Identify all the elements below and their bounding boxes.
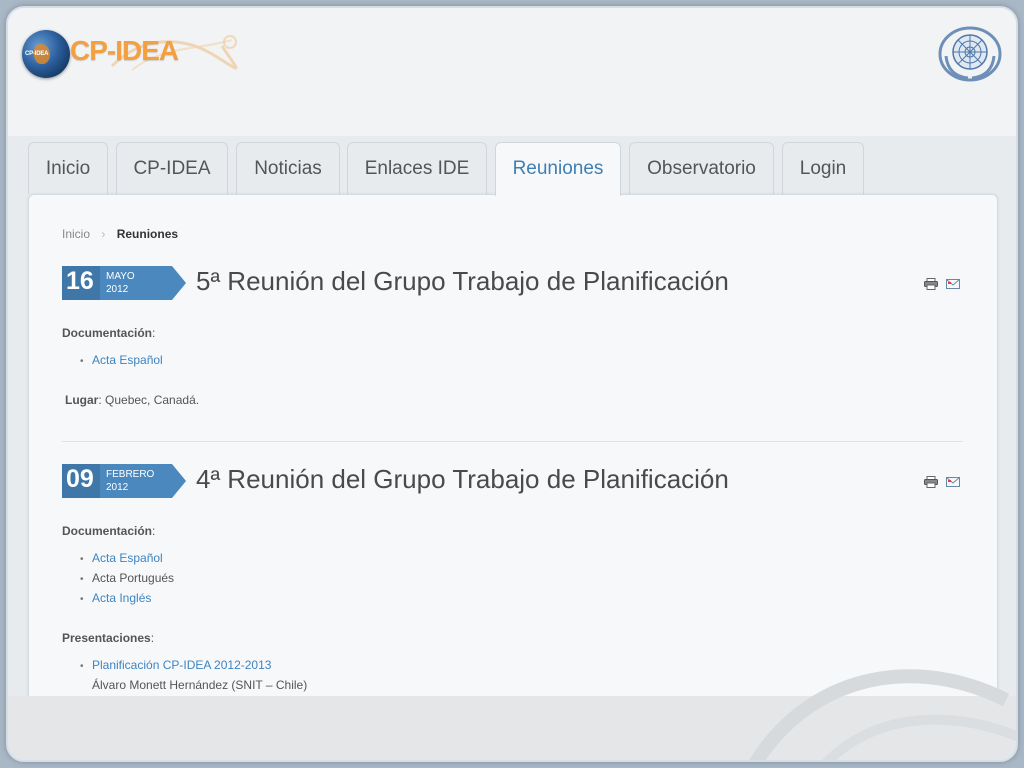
breadcrumb-current: Reuniones <box>116 227 179 241</box>
breadcrumb: Inicio › Reuniones <box>62 227 178 241</box>
print-icon[interactable] <box>924 476 938 488</box>
presentation-link[interactable]: Planificación CP-IDEA 2012-2013 <box>92 658 271 672</box>
documents-list: • Acta Español • Acta Portugués • Acta Ingl… <box>80 548 174 608</box>
location-text: Lugar: Quebec, Canadá. <box>65 393 200 407</box>
list-item: • Acta Español <box>80 353 163 367</box>
meeting-title[interactable]: 5ª Reunión del Grupo Trabajo de Planific… <box>196 266 729 297</box>
tab-observatorio[interactable]: Observatorio <box>629 142 774 194</box>
tab-cp-idea[interactable]: CP-IDEA <box>116 142 228 194</box>
documents-list: • Acta Español <box>80 350 163 370</box>
date-month: MAYO <box>106 271 135 282</box>
un-emblem-icon <box>938 26 1002 82</box>
brand-name: CP-IDEA <box>70 35 179 66</box>
footer-decoration <box>749 669 1016 760</box>
meeting-title[interactable]: 4ª Reunión del Grupo Trabajo de Planific… <box>196 464 729 495</box>
meeting-entry: 16 MAYO 2012 5ª Reunión del Grupo Trabaj… <box>62 266 962 416</box>
entry-actions <box>924 278 964 292</box>
presentation-author: Álvaro Monett Hernández (SNIT – Chile) <box>92 678 308 692</box>
tab-login[interactable]: Login <box>782 142 864 194</box>
globe-icon: CP-IDEA <box>22 30 70 78</box>
chevron-right-icon: › <box>101 227 106 241</box>
breadcrumb-home[interactable]: Inicio <box>62 227 90 241</box>
list-item: • Acta Español <box>80 551 163 565</box>
document-text: Acta Portugués <box>92 571 175 585</box>
tab-reuniones[interactable]: Reuniones <box>495 142 621 196</box>
date-year: 2012 <box>106 284 129 295</box>
list-item: • Acta Inglés <box>80 591 152 605</box>
tab-noticias[interactable]: Noticias <box>236 142 340 194</box>
site-header: CP-IDEA CP-IDEA <box>8 8 1016 136</box>
documentation-label: Documentación: <box>62 524 156 538</box>
date-day: 09 <box>66 465 94 493</box>
tab-inicio[interactable]: Inicio <box>28 142 108 194</box>
email-icon[interactable] <box>946 476 960 488</box>
divider <box>62 441 963 442</box>
date-day: 16 <box>66 267 94 295</box>
site-logo[interactable]: CP-IDEA CP-IDEA <box>22 26 252 86</box>
document-link[interactable]: Acta Español <box>92 551 163 565</box>
list-item: • Acta Portugués <box>80 571 175 585</box>
tab-enlaces-ide[interactable]: Enlaces IDE <box>347 142 487 194</box>
document-link[interactable]: Acta Español <box>92 353 163 367</box>
date-year: 2012 <box>106 482 129 493</box>
entry-actions <box>924 476 964 490</box>
presentations-label: Presentaciones: <box>62 631 155 645</box>
site-footer <box>8 669 1016 760</box>
documentation-label: Documentación: <box>62 326 156 340</box>
list-item: • Planificación CP-IDEA 2012-2013 Álvaro … <box>80 655 307 695</box>
presentations-list: • Planificación CP-IDEA 2012-2013 Álvaro … <box>80 655 307 695</box>
main-content: Inicio › Reuniones 16 MAYO 2012 5ª Reuni… <box>28 194 998 716</box>
print-icon[interactable] <box>924 278 938 290</box>
date-month: FEBRERO <box>106 469 155 480</box>
browser-frame: CP-IDEA CP-IDEA Inicio CP-IDEA Noticias <box>6 6 1018 762</box>
globe-label: CP-IDEA <box>25 51 49 57</box>
document-link[interactable]: Acta Inglés <box>92 591 151 605</box>
email-icon[interactable] <box>946 278 960 290</box>
